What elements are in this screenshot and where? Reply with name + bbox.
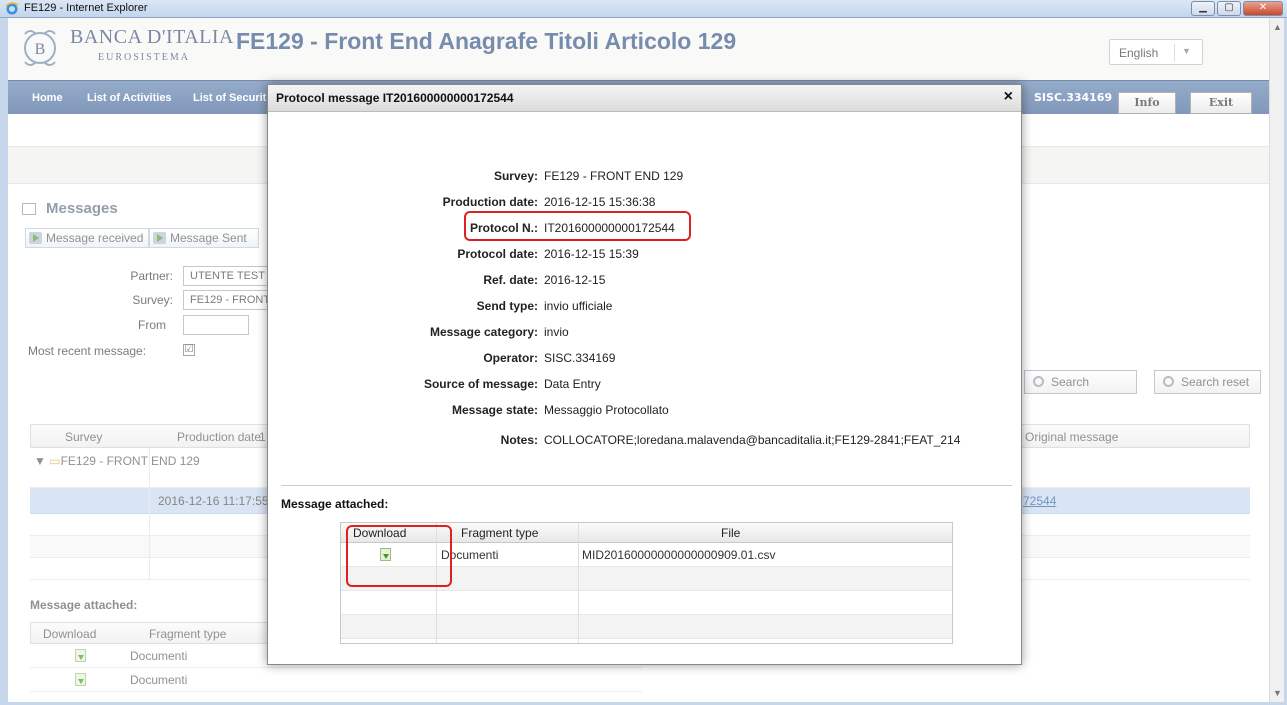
dialog-title: Protocol message IT201600000000172544	[276, 91, 514, 105]
attached-title: Message attached:	[281, 497, 389, 511]
field-survey-value: FE129 - FRONT END 129	[544, 169, 684, 183]
field-message-category-label: Message category:	[429, 325, 538, 339]
col-fragment-type[interactable]: Fragment type	[461, 526, 538, 540]
field-source-value: Data Entry	[544, 377, 601, 391]
window-frame	[0, 18, 8, 705]
field-send-type-value: invio ufficiale	[544, 299, 613, 313]
field-ref-date-label: Ref. date:	[483, 273, 538, 287]
minimize-button[interactable]: ▁	[1191, 1, 1215, 16]
file-name: MID20160000000000000909.01.csv	[582, 548, 776, 562]
field-production-date-label: Production date:	[442, 195, 538, 209]
scroll-up-icon[interactable]: ▲	[1273, 22, 1282, 32]
field-protocol-date-label: Protocol date:	[457, 247, 538, 261]
field-message-state-label: Message state:	[451, 403, 538, 417]
page-content: B BANCA D'ITALIA EUROSISTEMA FE129 - Fro…	[8, 18, 1269, 702]
vertical-scrollbar[interactable]: ▲ ▼	[1269, 18, 1284, 702]
field-survey-label: Survey:	[493, 169, 538, 183]
field-ref-date-value: 2016-12-15	[544, 273, 606, 287]
field-send-type-label: Send type:	[476, 299, 538, 313]
field-operator-label: Operator:	[483, 351, 538, 365]
field-operator-value: SISC.334169	[544, 351, 616, 365]
highlight-box	[346, 525, 452, 587]
divider	[281, 485, 1012, 486]
field-source-label: Source of message:	[423, 377, 538, 391]
maximize-button[interactable]: ▢	[1217, 1, 1241, 16]
window-titlebar: FE129 - Internet Explorer ▁ ▢ ✕	[0, 0, 1287, 18]
col-file[interactable]: File	[721, 526, 740, 540]
highlight-box	[464, 211, 691, 241]
protocol-message-dialog: Protocol message IT201600000000172544 × …	[267, 84, 1022, 665]
attachment-row	[341, 591, 952, 615]
field-notes-value: COLLOCATORE;loredana.malavenda@bancadita…	[544, 433, 961, 447]
internet-explorer-icon	[5, 2, 19, 15]
field-production-date-value: 2016-12-15 15:36:38	[544, 195, 656, 209]
close-window-button[interactable]: ✕	[1243, 1, 1283, 16]
window-title: FE129 - Internet Explorer	[24, 2, 148, 14]
field-protocol-date-value: 2016-12-15 15:39	[544, 247, 639, 261]
dialog-header: Protocol message IT201600000000172544 ×	[268, 85, 1021, 112]
field-notes-label: Notes:	[500, 433, 538, 447]
field-message-category-value: invio	[544, 325, 569, 339]
field-message-state-value: Messaggio Protocollato	[544, 403, 669, 417]
attachment-row	[341, 615, 952, 639]
scroll-down-icon[interactable]: ▼	[1273, 688, 1282, 698]
close-icon[interactable]: ×	[1004, 88, 1013, 106]
